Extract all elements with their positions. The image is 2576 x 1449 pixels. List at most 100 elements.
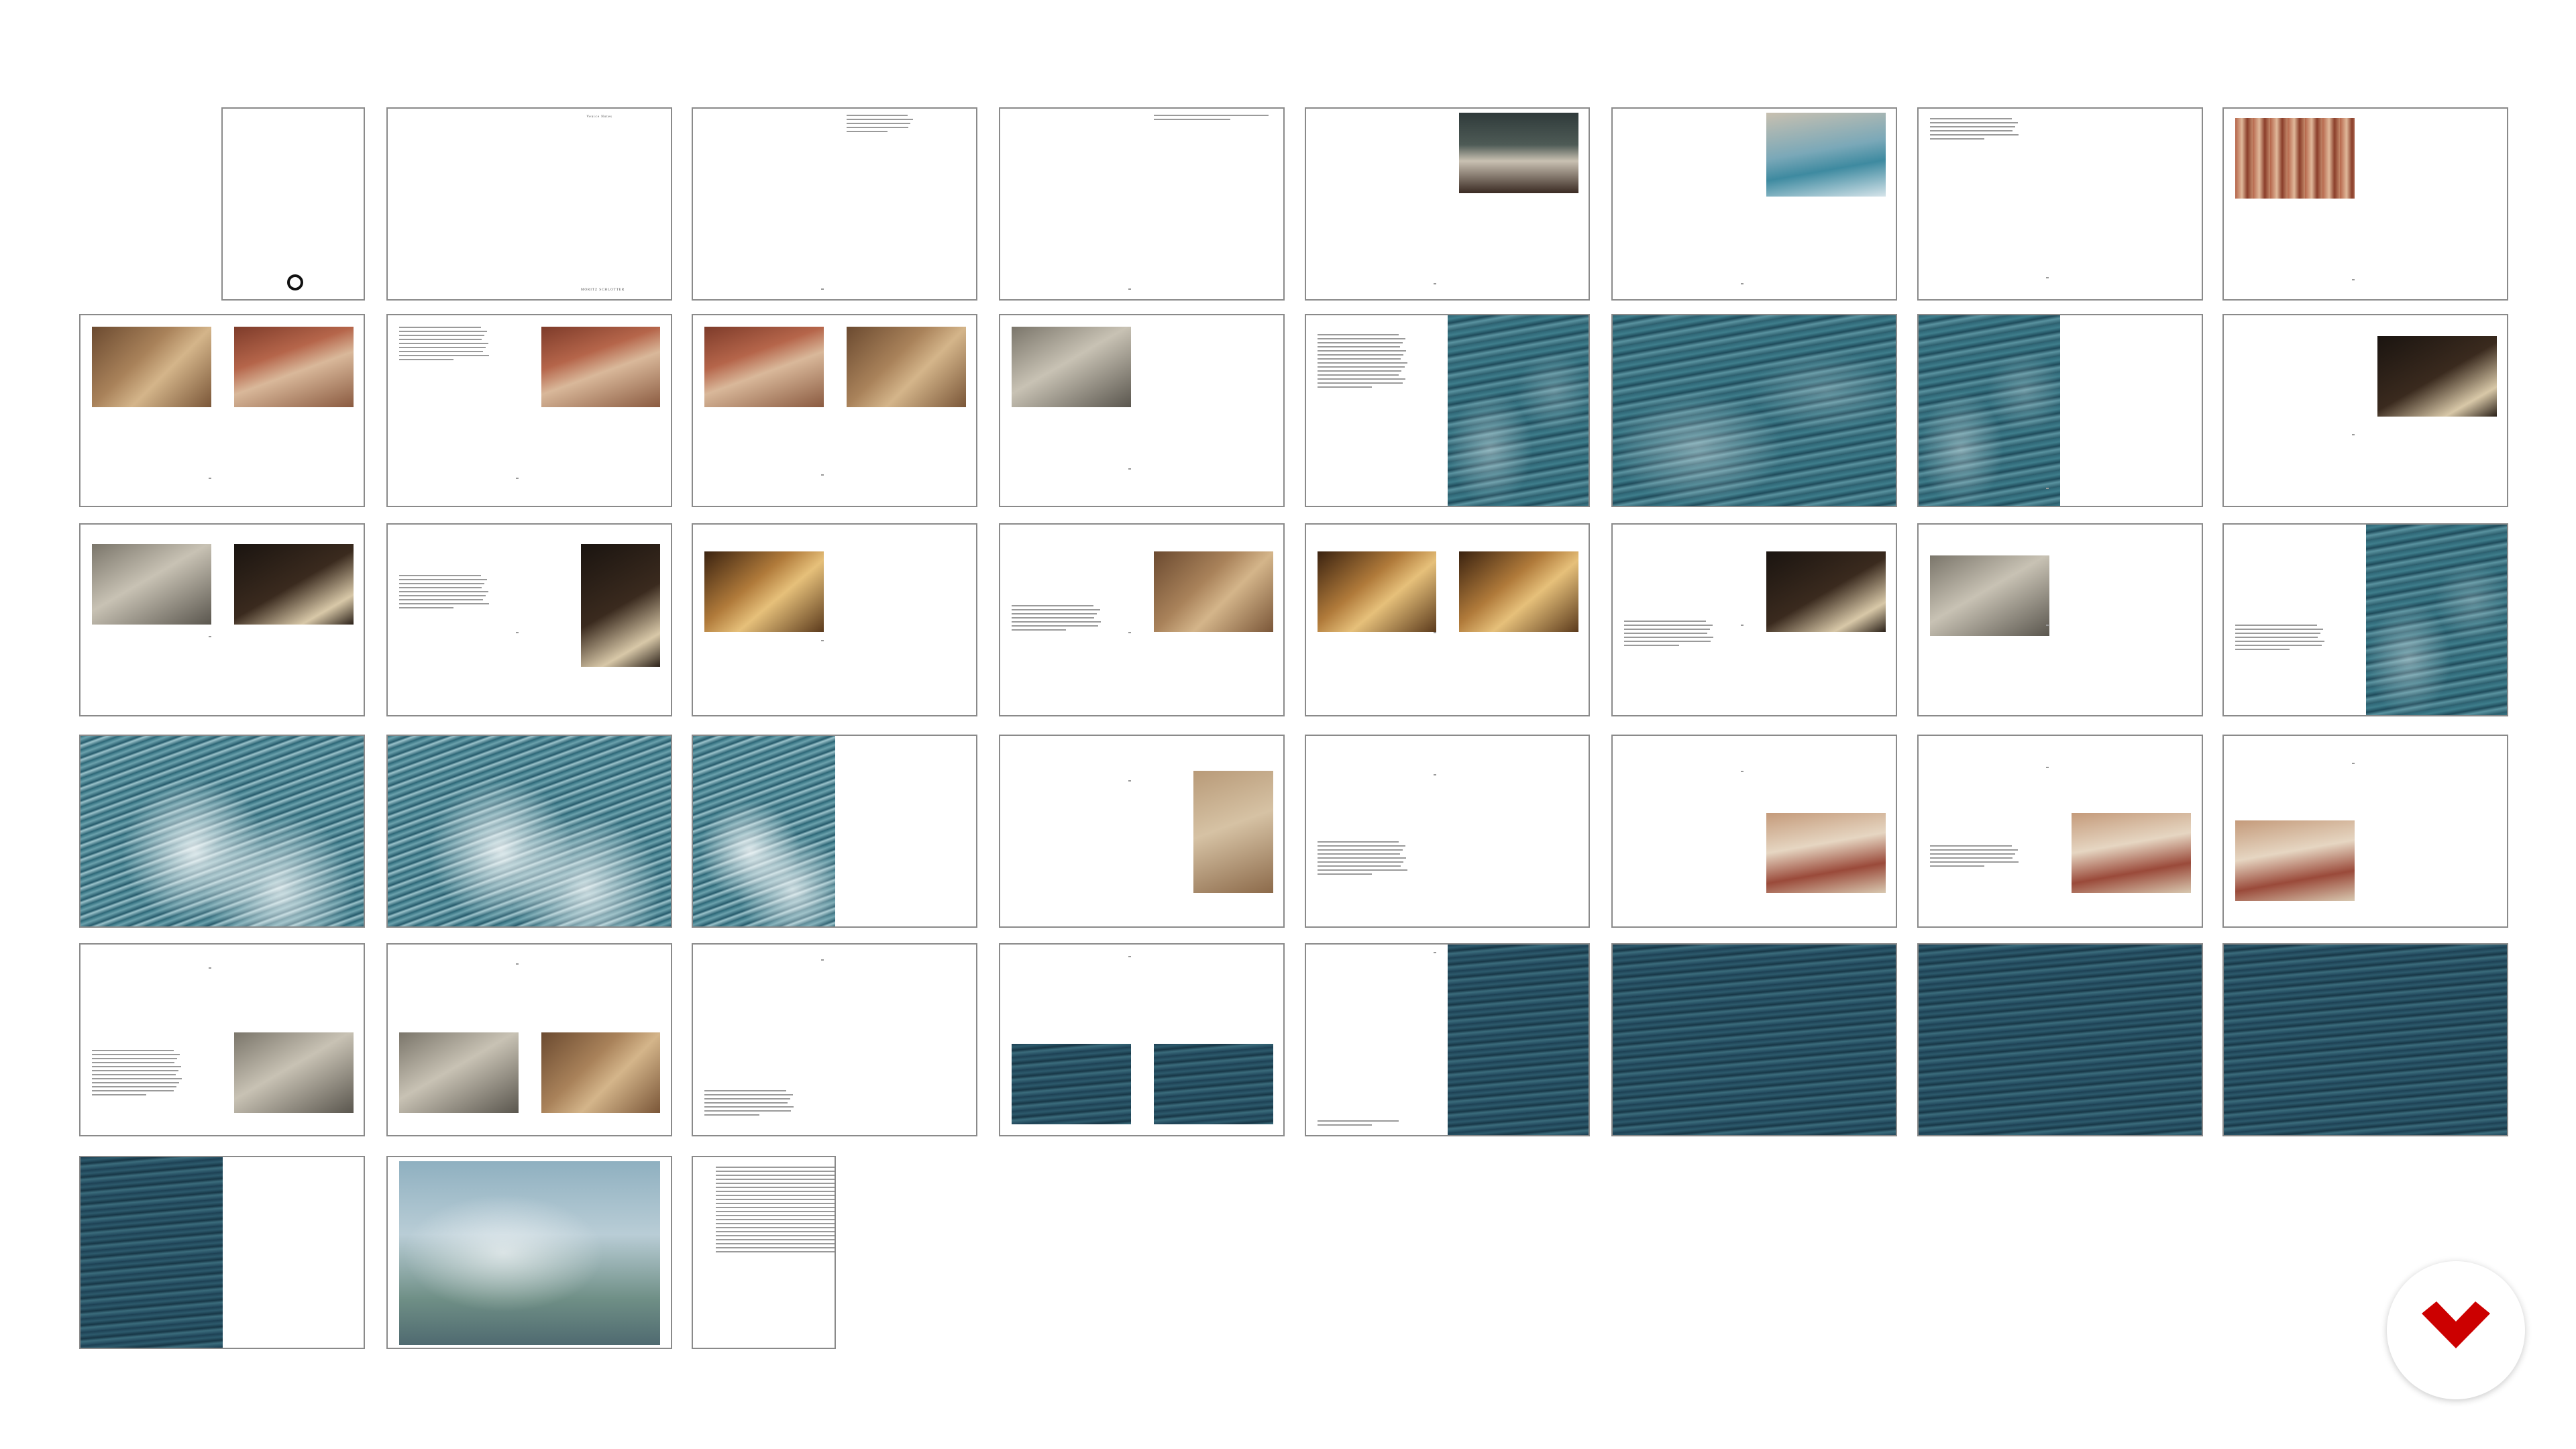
- spread-thumbnail[interactable]: [1917, 523, 2203, 717]
- spread-thumbnail[interactable]: [2222, 523, 2508, 717]
- page-number: [515, 963, 519, 965]
- page-photo: [387, 736, 671, 927]
- spread-thumbnail[interactable]: [1917, 313, 2203, 507]
- page-photo: [541, 326, 661, 407]
- page-number: [820, 959, 824, 961]
- spread-thumbnail[interactable]: [221, 107, 365, 301]
- spread-thumbnail[interactable]: [79, 1156, 365, 1350]
- page-text-block: [846, 114, 915, 135]
- page-number: [1128, 780, 1131, 782]
- page-photo: [92, 543, 211, 625]
- spread-thumbnail[interactable]: [692, 107, 978, 301]
- spread-thumbnail[interactable]: [1611, 523, 1898, 717]
- spread-thumbnail[interactable]: [386, 1156, 672, 1350]
- spread-thumbnail[interactable]: [2222, 735, 2508, 928]
- page-text-block: [1012, 605, 1102, 633]
- spread-thumbnail[interactable]: [1304, 107, 1591, 301]
- spread-thumbnail[interactable]: [79, 523, 365, 717]
- spread-thumbnail[interactable]: [2222, 943, 2508, 1136]
- page-photo: [2235, 820, 2355, 901]
- page-number: [1128, 468, 1131, 470]
- page-photo: [1012, 326, 1131, 407]
- page-number: [208, 635, 211, 637]
- spread-thumbnail[interactable]: Venice Notes MORITZ SCHLOTTER: [386, 107, 672, 301]
- page-number: [1740, 770, 1743, 772]
- page-number: [1128, 288, 1131, 290]
- page-photo: [1193, 770, 1273, 894]
- page-number: [2046, 277, 2049, 279]
- spread-thumbnail[interactable]: [1917, 735, 2203, 928]
- page-number: [208, 478, 211, 480]
- page-photo: [2072, 812, 2192, 894]
- spread-thumbnail[interactable]: [2222, 313, 2508, 507]
- page-photo: [1613, 944, 1896, 1135]
- page-number: [2046, 487, 2049, 489]
- spread-thumbnail[interactable]: [1611, 313, 1898, 507]
- page-photo: [233, 1032, 354, 1113]
- spread-thumbnail[interactable]: [386, 523, 672, 717]
- page-photo: [704, 551, 824, 633]
- spread-thumbnail[interactable]: [692, 1156, 836, 1350]
- page-text-block: [1929, 118, 2021, 142]
- page-photo: [398, 1032, 519, 1113]
- spread-thumbnail[interactable]: [692, 313, 978, 507]
- page-number: [208, 967, 211, 969]
- spread-thumbnail[interactable]: [386, 735, 672, 928]
- spread-thumbnail[interactable]: [1611, 735, 1898, 928]
- spread-thumbnail[interactable]: [1611, 107, 1898, 301]
- spread-thumbnail[interactable]: [692, 523, 978, 717]
- app-logo-button[interactable]: [2387, 1261, 2525, 1399]
- spread-thumbnail[interactable]: [1304, 943, 1591, 1136]
- page-text-block: [92, 1049, 182, 1098]
- page-photo: [2224, 944, 2508, 1135]
- page-number: [2046, 624, 2049, 626]
- spread-thumbnail[interactable]: [1917, 943, 2203, 1136]
- page-number: [1434, 632, 1437, 634]
- spread-overview-board: Venice Notes MORITZ SCHLOTTER: [0, 0, 2576, 1449]
- page-number: [1128, 955, 1131, 957]
- page-photo: [1613, 315, 1896, 506]
- page-number: [820, 639, 824, 641]
- page-number: [2046, 767, 2049, 769]
- page-photo: [1153, 551, 1273, 633]
- page-photo: [1766, 112, 1886, 197]
- page-photo: [1766, 551, 1886, 633]
- spread-thumbnail[interactable]: [999, 313, 1285, 507]
- spread-thumbnail[interactable]: [999, 943, 1285, 1136]
- spread-thumbnail[interactable]: [79, 735, 365, 928]
- spread-thumbnail[interactable]: [386, 943, 672, 1136]
- page-photo: [233, 326, 354, 407]
- spread-thumbnail[interactable]: [1304, 735, 1591, 928]
- page-number: [2351, 433, 2355, 435]
- page-photo: [1459, 112, 1578, 193]
- spread-thumbnail[interactable]: [1917, 107, 2203, 301]
- spread-thumbnail[interactable]: [1304, 313, 1591, 507]
- spread-thumbnail[interactable]: [1304, 523, 1591, 717]
- page-text-block: [716, 1167, 835, 1255]
- page-number: [1128, 632, 1131, 634]
- page-number: [1434, 774, 1437, 776]
- page-number: [2351, 763, 2355, 765]
- page-photo: [80, 736, 364, 927]
- spread-thumbnail[interactable]: [692, 735, 978, 928]
- spread-thumbnail[interactable]: [999, 523, 1285, 717]
- page-text-block: [398, 574, 490, 611]
- page-number: [1740, 624, 1743, 626]
- spread-thumbnail[interactable]: [79, 943, 365, 1136]
- spread-thumbnail[interactable]: [999, 107, 1285, 301]
- page-photo: [2377, 336, 2497, 417]
- page-number: [820, 474, 824, 476]
- spread-thumbnail[interactable]: [999, 735, 1285, 928]
- spread-thumbnail[interactable]: [79, 313, 365, 507]
- spread-thumbnail[interactable]: [1611, 943, 1898, 1136]
- spread-thumbnail[interactable]: [2222, 107, 2508, 301]
- spread-thumbnail[interactable]: [386, 313, 672, 507]
- page-photo: [1012, 1043, 1131, 1124]
- title-page-author: MORITZ SCHLOTTER: [580, 288, 625, 292]
- page-photo: [80, 1157, 223, 1348]
- spread-thumbnail[interactable]: [692, 943, 978, 1136]
- page-number: [2351, 279, 2355, 281]
- page-photo: [693, 736, 836, 927]
- page-photo: [233, 543, 354, 625]
- page-photo: [1929, 555, 2049, 636]
